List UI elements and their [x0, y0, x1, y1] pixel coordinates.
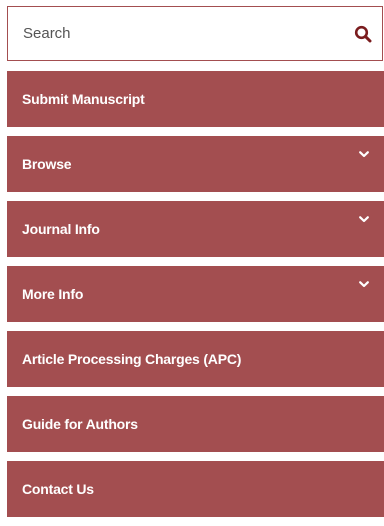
menu-item-submit-manuscript[interactable]: Submit Manuscript [7, 71, 384, 127]
menu-item-contact-us[interactable]: Contact Us [7, 461, 384, 517]
menu-item-guide-for-authors[interactable]: Guide for Authors [7, 396, 384, 452]
menu-item-label: Journal Info [22, 221, 100, 237]
menu-item-label: Submit Manuscript [22, 91, 145, 107]
side-menu: Submit Manuscript Browse Journal Info Mo… [7, 71, 384, 526]
menu-item-label: More Info [22, 286, 84, 302]
search-icon [354, 25, 372, 42]
menu-item-label: Article Processing Charges (APC) [22, 351, 242, 367]
chevron-down-icon[interactable] [358, 278, 370, 290]
chevron-down-icon[interactable] [358, 148, 370, 160]
search-input[interactable] [8, 7, 346, 60]
menu-item-more-info[interactable]: More Info [7, 266, 384, 322]
search-box [7, 6, 383, 61]
search-button[interactable] [346, 7, 380, 60]
menu-item-label: Contact Us [22, 481, 94, 497]
chevron-down-icon[interactable] [358, 213, 370, 225]
menu-item-browse[interactable]: Browse [7, 136, 384, 192]
menu-item-article-processing-charges[interactable]: Article Processing Charges (APC) [7, 331, 384, 387]
menu-item-journal-info[interactable]: Journal Info [7, 201, 384, 257]
menu-item-label: Guide for Authors [22, 416, 138, 432]
menu-item-label: Browse [22, 156, 72, 172]
